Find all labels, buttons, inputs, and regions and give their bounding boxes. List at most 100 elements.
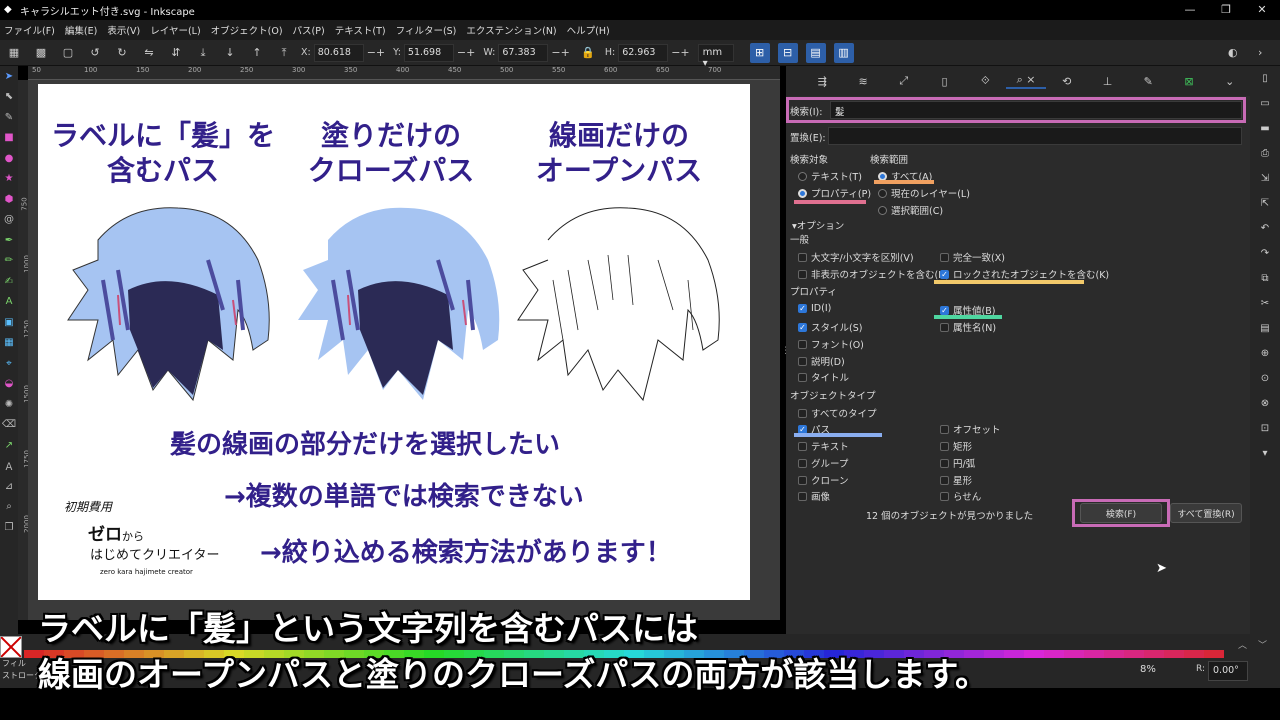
- zoom-drawing-icon[interactable]: ⊙: [1250, 366, 1280, 391]
- spiral-tool-icon[interactable]: @: [0, 210, 18, 231]
- menu-view[interactable]: 表示(V): [107, 23, 140, 37]
- undo-icon[interactable]: ↶: [1250, 216, 1280, 241]
- check-clone[interactable]: クローン: [798, 473, 849, 487]
- scale-stroke-icon[interactable]: ⊞: [749, 42, 770, 63]
- more-chevron-icon[interactable]: ▾: [1250, 441, 1280, 466]
- menu-extensions[interactable]: エクステンション(N): [466, 23, 556, 37]
- menu-layer[interactable]: レイヤー(L): [150, 23, 200, 37]
- check-offset[interactable]: オフセット: [940, 422, 1001, 436]
- move-patterns-icon[interactable]: ▥: [833, 42, 854, 63]
- hair-illustration-full[interactable]: [58, 200, 278, 410]
- tab-find-icon[interactable]: ⌕ ×: [1005, 73, 1047, 89]
- deselect-icon[interactable]: ▢: [58, 43, 78, 63]
- zoom-selection-icon[interactable]: ⊕: [1250, 341, 1280, 366]
- menu-filters[interactable]: フィルター(S): [396, 23, 457, 37]
- raise-top-icon[interactable]: ⤒: [274, 43, 294, 63]
- menu-edit[interactable]: 編集(E): [65, 23, 97, 37]
- pages-tool-icon[interactable]: ❐: [0, 517, 18, 538]
- print-icon[interactable]: ⎙: [1250, 141, 1280, 166]
- tab-transform-icon[interactable]: ⤢: [883, 74, 924, 88]
- tab-document-icon[interactable]: ▯: [924, 75, 965, 88]
- pen-tool-icon[interactable]: ✒: [0, 230, 18, 251]
- tab-overflow-chevron-icon[interactable]: ⌄: [1209, 75, 1250, 88]
- check-group[interactable]: グループ: [798, 456, 848, 470]
- y-input[interactable]: 51.698: [403, 43, 454, 62]
- check-star[interactable]: 星形: [940, 473, 972, 487]
- x-input[interactable]: 80.618: [313, 43, 364, 62]
- eraser-tool-icon[interactable]: ⌫: [0, 415, 18, 436]
- zoom-page-icon[interactable]: ⊗: [1250, 391, 1280, 416]
- raise-icon[interactable]: ↑: [247, 43, 267, 63]
- check-exact-match[interactable]: 完全一致(X): [940, 250, 1005, 264]
- snap-icon[interactable]: ◐: [1228, 46, 1238, 59]
- tab-export-icon[interactable]: ⊠: [1169, 75, 1210, 88]
- cut-icon[interactable]: ✂: [1250, 291, 1280, 316]
- node-tool-icon[interactable]: ⬉: [0, 87, 18, 108]
- paint-bucket-tool-icon[interactable]: ◒: [0, 374, 18, 395]
- tab-layers-icon[interactable]: ≋: [843, 75, 884, 88]
- rotate-ccw-icon[interactable]: ↺: [85, 43, 105, 63]
- check-case-sensitive[interactable]: 大文字/小文字を区別(V): [798, 250, 914, 264]
- lock-ratio-icon[interactable]: 🔒: [578, 43, 598, 63]
- check-spiral[interactable]: らせん: [940, 489, 981, 503]
- artboard[interactable]: ラベルに「髪」を 含むパス 塗りだけの クローズパス 線画だけの オープンパス: [38, 84, 750, 600]
- check-include-hidden[interactable]: 非表示のオブジェクトを含む(H): [798, 267, 949, 281]
- lower-bottom-icon[interactable]: ⤓: [193, 43, 213, 63]
- connector-tool-icon[interactable]: ↗: [0, 435, 18, 456]
- tab-fill-stroke-icon[interactable]: ⇶: [802, 75, 843, 88]
- gradient-tool-icon[interactable]: ▣: [0, 312, 18, 333]
- paste-icon[interactable]: ▤: [1250, 316, 1280, 341]
- palette-scroll-down-icon[interactable]: ﹀: [1258, 638, 1267, 651]
- flip-vertical-icon[interactable]: ⇵: [166, 43, 186, 63]
- check-all-types[interactable]: すべてのタイプ: [798, 406, 876, 420]
- hair-illustration-fill-only[interactable]: [288, 200, 508, 410]
- text-edit-tool-icon[interactable]: Ａ: [0, 456, 18, 477]
- scale-corners-icon[interactable]: ⊟: [777, 42, 798, 63]
- radio-properties[interactable]: プロパティ(P): [798, 186, 871, 200]
- x-stepper[interactable]: −+: [367, 46, 385, 59]
- check-attr-name[interactable]: 属性名(N): [940, 320, 996, 334]
- unit-select[interactable]: mm ▾: [697, 43, 734, 69]
- tab-xml-icon[interactable]: ⟐: [965, 74, 1006, 88]
- calligraphy-tool-icon[interactable]: ✍: [0, 271, 18, 292]
- check-text[interactable]: テキスト: [798, 439, 849, 453]
- new-document-icon[interactable]: ▯: [1250, 66, 1280, 91]
- w-input[interactable]: 67.383: [498, 43, 549, 62]
- check-desc[interactable]: 説明(D): [798, 354, 845, 368]
- radio-scope-selection[interactable]: 選択範囲(C): [878, 203, 943, 217]
- zoom-tool-icon[interactable]: ⌕: [0, 497, 18, 518]
- no-paint-swatch-icon[interactable]: [0, 636, 22, 658]
- ellipse-tool-icon[interactable]: ●: [0, 148, 18, 169]
- check-font[interactable]: フォント(O): [798, 337, 864, 351]
- move-gradients-icon[interactable]: ▤: [805, 42, 826, 63]
- import-icon[interactable]: ⇲: [1250, 166, 1280, 191]
- check-ellipse[interactable]: 円/弧: [940, 456, 975, 470]
- open-document-icon[interactable]: ▭: [1250, 91, 1280, 116]
- menu-path[interactable]: パス(P): [293, 23, 325, 37]
- close-button[interactable]: ✕: [1244, 0, 1280, 20]
- lower-icon[interactable]: ↓: [220, 43, 240, 63]
- menu-file[interactable]: ファイル(F): [4, 23, 55, 37]
- flip-horizontal-icon[interactable]: ⇋: [139, 43, 159, 63]
- minimize-button[interactable]: —: [1172, 0, 1208, 20]
- check-style[interactable]: ✓ スタイル(S): [798, 320, 862, 334]
- measure-tool-icon[interactable]: ⊿: [0, 476, 18, 497]
- rectangle-tool-icon[interactable]: ■: [0, 128, 18, 149]
- y-stepper[interactable]: −+: [457, 46, 475, 59]
- commands-chevron-icon[interactable]: ›: [1258, 46, 1262, 59]
- 3dbox-tool-icon[interactable]: ⬢: [0, 189, 18, 210]
- options-expander[interactable]: ▾オプション: [792, 218, 844, 232]
- menu-text[interactable]: テキスト(T): [335, 23, 386, 37]
- export-icon[interactable]: ⇱: [1250, 191, 1280, 216]
- zoom-fit-icon[interactable]: ⊡: [1250, 416, 1280, 441]
- mesh-tool-icon[interactable]: ▦: [0, 333, 18, 354]
- select-all-icon[interactable]: ▦: [4, 43, 24, 63]
- copy-icon[interactable]: ⧉: [1250, 266, 1280, 291]
- text-tool-icon[interactable]: A: [0, 292, 18, 313]
- hair-illustration-lines-only[interactable]: [508, 200, 728, 410]
- tab-object-properties-icon[interactable]: ✎: [1128, 75, 1169, 88]
- tab-undo-history-icon[interactable]: ⟲: [1046, 75, 1087, 88]
- h-input[interactable]: 62.963: [618, 43, 669, 62]
- replace-all-button[interactable]: すべて置換(R): [1170, 503, 1242, 523]
- w-stepper[interactable]: −+: [551, 46, 569, 59]
